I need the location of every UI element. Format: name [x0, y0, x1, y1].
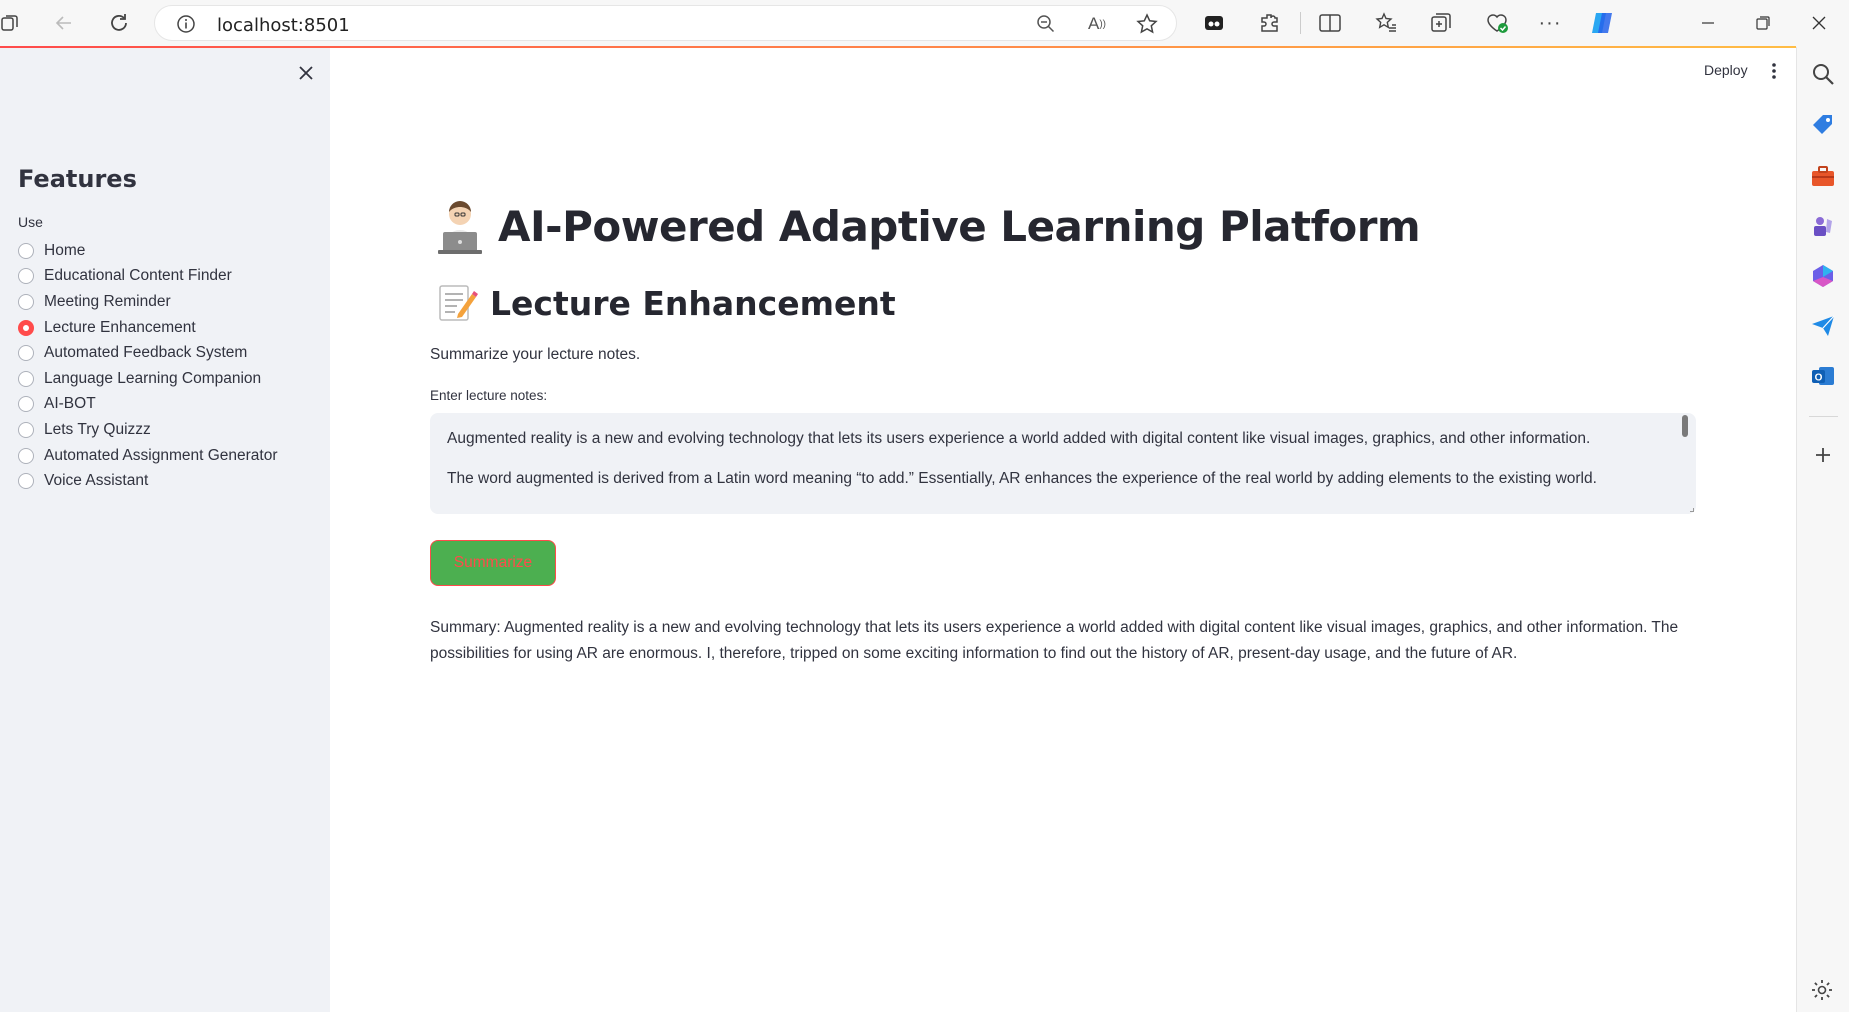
- technologist-emoji-icon: [438, 201, 482, 254]
- split-screen-icon[interactable]: [1318, 12, 1342, 34]
- sidebar: Features Use Home Educational Content Fi…: [0, 48, 330, 1012]
- lecture-notes-label: Enter lecture notes:: [430, 388, 548, 403]
- shopping-tag-icon[interactable]: [1810, 112, 1836, 138]
- summary-output: Summary: Augmented reality is a new and …: [430, 619, 1679, 662]
- radio-label: Automated Assignment Generator: [44, 446, 278, 464]
- radio-label: Educational Content Finder: [44, 267, 232, 285]
- url-text: localhost:8501: [217, 15, 350, 36]
- resize-handle[interactable]: [1690, 508, 1694, 512]
- radio-label: Home: [44, 241, 86, 259]
- address-bar[interactable]: localhost:8501 A)): [154, 5, 1177, 41]
- radio-option-voice-assistant[interactable]: Voice Assistant: [18, 468, 278, 494]
- radio-button[interactable]: [18, 396, 34, 413]
- radio-label: Lets Try Quizzz: [44, 420, 151, 438]
- radio-option-automated-assignment-generator[interactable]: Automated Assignment Generator: [18, 443, 278, 469]
- minimize-icon[interactable]: [1697, 12, 1719, 34]
- memo-emoji-icon: [439, 285, 478, 321]
- radio-button-selected[interactable]: [18, 319, 34, 336]
- svg-text:O: O: [1815, 373, 1823, 384]
- close-sidebar-icon[interactable]: [295, 62, 317, 84]
- radio-option-home[interactable]: Home: [18, 238, 278, 264]
- restore-icon[interactable]: [1752, 12, 1774, 34]
- copilot-icon[interactable]: [1587, 8, 1617, 38]
- radio-button[interactable]: [18, 293, 34, 310]
- radio-option-meeting-reminder[interactable]: Meeting Reminder: [18, 289, 278, 315]
- toolbar-divider: [1300, 12, 1301, 34]
- send-icon[interactable]: [1810, 313, 1836, 339]
- sidebar-title: Features: [18, 165, 137, 193]
- section-title-text: Lecture Enhancement: [490, 283, 896, 323]
- radio-option-language-learning-companion[interactable]: Language Learning Companion: [18, 366, 278, 392]
- radio-button[interactable]: [18, 268, 34, 285]
- radio-label: Voice Assistant: [44, 472, 149, 490]
- lecture-notes-textarea[interactable]: Augmented reality is a new and evolving …: [430, 413, 1696, 514]
- feature-radio-group: Home Educational Content Finder Meeting …: [18, 238, 278, 494]
- section-title: Lecture Enhancement: [436, 282, 896, 324]
- radio-option-ai-bot[interactable]: AI-BOT: [18, 392, 278, 418]
- section-description: Summarize your lecture notes.: [430, 346, 641, 363]
- radio-button[interactable]: [18, 242, 34, 259]
- summarize-button[interactable]: Summarize: [430, 540, 556, 586]
- zoom-out-icon[interactable]: [1035, 13, 1057, 35]
- browser-toolbar: localhost:8501 A)) ···: [0, 0, 1849, 47]
- radio-label: Lecture Enhancement: [44, 318, 196, 336]
- gear-icon[interactable]: [1810, 978, 1836, 1004]
- extensions-icon[interactable]: [1258, 12, 1280, 34]
- browser-essentials-icon[interactable]: [1484, 11, 1510, 35]
- add-icon[interactable]: [1810, 442, 1836, 468]
- site-info-icon[interactable]: [175, 13, 197, 35]
- textarea-line: Augmented reality is a new and evolving …: [447, 430, 1591, 447]
- textarea-line: The word augmented is derived from a Lat…: [447, 469, 1597, 487]
- radio-option-lecture-enhancement[interactable]: Lecture Enhancement: [18, 315, 278, 341]
- outlook-icon[interactable]: O: [1810, 363, 1836, 389]
- radio-label: Automated Feedback System: [44, 344, 248, 362]
- radio-group-label: Use: [18, 214, 43, 230]
- radio-label: Language Learning Companion: [44, 369, 262, 387]
- back-icon[interactable]: [52, 12, 76, 34]
- favorite-star-icon[interactable]: [1135, 12, 1159, 36]
- browser-sidebar: O: [1796, 47, 1849, 1012]
- radio-label: Meeting Reminder: [44, 292, 171, 310]
- games-icon[interactable]: [1810, 213, 1836, 239]
- extension-app-icon[interactable]: [1203, 12, 1225, 34]
- read-aloud-icon[interactable]: A)): [1085, 13, 1109, 35]
- search-icon[interactable]: [1810, 61, 1836, 87]
- radio-button[interactable]: [18, 447, 34, 464]
- sidebar-divider: [1809, 416, 1838, 417]
- page-title-text: AI-Powered Adaptive Learning Platform: [498, 201, 1421, 251]
- close-window-icon[interactable]: [1808, 12, 1830, 34]
- page-title: AI-Powered Adaptive Learning Platform: [430, 196, 1421, 256]
- radio-option-lets-try-quizzz[interactable]: Lets Try Quizzz: [18, 417, 278, 443]
- radio-label: AI-BOT: [44, 395, 96, 413]
- tools-briefcase-icon[interactable]: [1810, 163, 1836, 189]
- radio-button[interactable]: [18, 473, 34, 490]
- collections-icon[interactable]: [1429, 11, 1453, 35]
- main-menu-icon[interactable]: [1764, 60, 1784, 82]
- refresh-icon[interactable]: [107, 11, 131, 35]
- more-options-icon[interactable]: ···: [1538, 12, 1562, 34]
- radio-option-educational-content-finder[interactable]: Educational Content Finder: [18, 264, 278, 290]
- microsoft-365-icon[interactable]: [1810, 263, 1836, 289]
- radio-button[interactable]: [18, 421, 34, 438]
- favorites-icon[interactable]: [1374, 11, 1398, 35]
- textarea-scrollbar[interactable]: [1682, 415, 1688, 437]
- radio-button[interactable]: [18, 345, 34, 362]
- radio-option-automated-feedback-system[interactable]: Automated Feedback System: [18, 340, 278, 366]
- radio-button[interactable]: [18, 370, 34, 387]
- tab-actions-icon[interactable]: [0, 12, 20, 34]
- deploy-button[interactable]: Deploy: [1704, 62, 1748, 78]
